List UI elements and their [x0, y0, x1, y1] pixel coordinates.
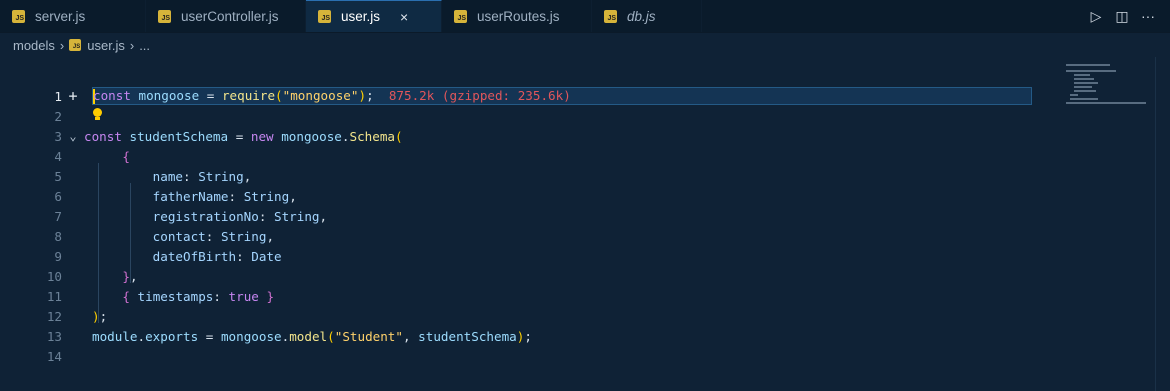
- minimap-line: [1074, 90, 1096, 92]
- line-number: 8: [54, 228, 62, 244]
- javascript-file-icon: JS: [158, 9, 171, 23]
- editor-actions: ▷ ◫ ···: [1088, 0, 1170, 32]
- line-number: 12: [46, 308, 62, 324]
- tab-user-js[interactable]: JS user.js ×: [306, 0, 442, 32]
- minimap-line: [1074, 86, 1092, 88]
- minimap-line: [1074, 82, 1098, 84]
- chevron-right-icon: ›: [59, 37, 65, 53]
- javascript-file-icon: JS: [604, 9, 617, 23]
- line-number: 9: [54, 248, 62, 264]
- minimap-line: [1070, 94, 1078, 96]
- minimap-line: [1066, 102, 1146, 104]
- code-text: dateOfBirth: Date: [152, 248, 282, 264]
- tab-server-js[interactable]: JS server.js: [0, 0, 146, 32]
- code-line: 13 module.exports = mongoose.model("Stud…: [0, 326, 1160, 346]
- javascript-file-icon: JS: [318, 10, 331, 23]
- code-line: 3 ⌄ const studentSchema = new mongoose.S…: [0, 126, 1160, 146]
- code-line: 14: [0, 346, 1160, 366]
- breadcrumb: models › JS user.js › ...: [0, 33, 1170, 57]
- minimap-line: [1066, 70, 1116, 72]
- code-line: 6 fatherName: String,: [0, 186, 1160, 206]
- line-number: 7: [54, 208, 62, 224]
- line-number: 14: [46, 348, 62, 364]
- breadcrumb-file[interactable]: user.js: [87, 38, 125, 53]
- line-number: 13: [46, 328, 62, 344]
- breadcrumb-symbols[interactable]: ...: [139, 38, 150, 53]
- more-actions-icon[interactable]: ···: [1140, 8, 1156, 24]
- code-line: 8 contact: String,: [0, 226, 1160, 246]
- code-line: 2: [0, 106, 1160, 126]
- line-number: 10: [46, 268, 62, 284]
- tab-bar-spacer: [702, 0, 1088, 32]
- run-icon[interactable]: ▷: [1088, 8, 1104, 25]
- tab-db-js[interactable]: JS db.js: [592, 0, 702, 32]
- line-number: 6: [54, 188, 62, 204]
- line-number: 2: [54, 108, 62, 124]
- code-line: 12 );: [0, 306, 1160, 326]
- javascript-file-icon: JS: [454, 9, 467, 23]
- tab-usercontroller-js[interactable]: JS userController.js: [146, 0, 306, 32]
- minimap-line: [1074, 74, 1090, 76]
- code-text: },: [122, 268, 138, 284]
- tab-label: user.js: [341, 9, 381, 24]
- line-number: 3: [54, 128, 62, 144]
- editor-window: JS server.js JS userController.js JS use…: [0, 0, 1170, 391]
- code-text: {: [122, 148, 130, 164]
- code-text: contact: String,: [152, 228, 275, 244]
- code-text: fatherName: String,: [152, 188, 297, 204]
- code-text: const studentSchema = new mongoose.Schem…: [84, 128, 403, 144]
- code-text: module.exports = mongoose.model("Student…: [92, 328, 532, 344]
- line-number: 1: [54, 88, 62, 104]
- javascript-file-icon: JS: [12, 9, 25, 23]
- code-line: 11 { timestamps: true }: [0, 286, 1160, 306]
- tab-bar: JS server.js JS userController.js JS use…: [0, 0, 1170, 33]
- code-text: { timestamps: true }: [122, 288, 275, 304]
- tab-label: userController.js: [181, 8, 279, 24]
- code-text: const mongoose = require("mongoose"); 87…: [92, 87, 1032, 105]
- split-editor-icon[interactable]: ◫: [1114, 8, 1130, 25]
- import-cost-hint: 875.2k (gzipped: 235.6k): [388, 88, 571, 103]
- code-line: 7 registrationNo: String,: [0, 206, 1160, 226]
- code-text: registrationNo: String,: [152, 208, 328, 224]
- code-text: [92, 107, 102, 125]
- code-line: 5 name: String,: [0, 166, 1160, 186]
- javascript-file-icon: JS: [69, 39, 82, 51]
- tab-label: db.js: [627, 8, 656, 24]
- close-icon[interactable]: ×: [400, 9, 408, 25]
- code-editor[interactable]: 1 + const mongoose = require("mongoose")…: [0, 57, 1170, 391]
- lightbulb-icon[interactable]: [92, 107, 102, 122]
- code-line: 4 {: [0, 146, 1160, 166]
- breadcrumb-folder[interactable]: models: [13, 38, 55, 53]
- minimap-line: [1074, 78, 1094, 80]
- code-text: );: [92, 308, 108, 324]
- line-number: 11: [46, 288, 62, 304]
- add-icon[interactable]: +: [62, 87, 84, 105]
- chevron-down-icon[interactable]: ⌄: [62, 129, 84, 143]
- tab-userroutes-js[interactable]: JS userRoutes.js: [442, 0, 592, 32]
- code-line: 1 + const mongoose = require("mongoose")…: [0, 86, 1160, 106]
- chevron-right-icon: ›: [129, 37, 135, 53]
- minimap[interactable]: [1066, 60, 1146, 120]
- vertical-scrollbar[interactable]: [1155, 57, 1170, 391]
- code-line: 10 },: [0, 266, 1160, 286]
- code-text: name: String,: [152, 168, 252, 184]
- line-number: 4: [54, 148, 62, 164]
- minimap-line: [1066, 64, 1110, 66]
- tab-label: server.js: [35, 8, 86, 24]
- line-number: 5: [54, 168, 62, 184]
- code-line: 9 dateOfBirth: Date: [0, 246, 1160, 266]
- minimap-line: [1070, 98, 1098, 100]
- tab-label: userRoutes.js: [477, 8, 560, 24]
